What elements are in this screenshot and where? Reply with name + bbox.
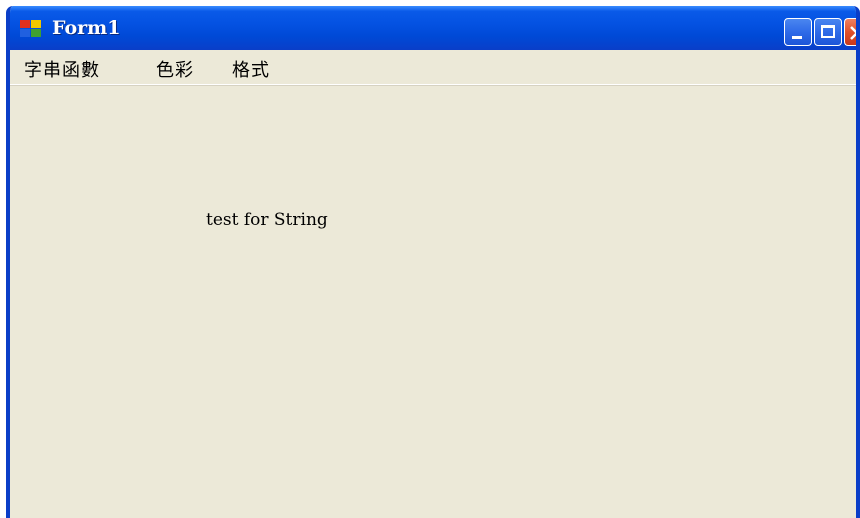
maximize-button[interactable] xyxy=(814,18,842,46)
string-test-label: test for String xyxy=(206,210,328,230)
form-client-area: test for String xyxy=(10,86,856,518)
minimize-button[interactable] xyxy=(784,18,812,46)
close-icon xyxy=(850,26,856,40)
form-app-icon[interactable] xyxy=(20,20,42,38)
menu-item-format[interactable]: 格式 xyxy=(232,56,270,82)
menu-bar: 字串函數 色彩 格式 xyxy=(10,50,856,85)
title-bar[interactable]: Form1 xyxy=(10,6,856,50)
menu-item-string-functions[interactable]: 字串函數 xyxy=(24,56,100,82)
maximize-icon xyxy=(821,25,835,38)
main-window: Form1 字串函數 色彩 格式 test for String xyxy=(6,6,860,518)
window-title: Form1 xyxy=(52,17,121,39)
menu-item-color[interactable]: 色彩 xyxy=(156,56,194,82)
close-button[interactable] xyxy=(844,18,856,46)
minimize-icon xyxy=(792,36,802,39)
